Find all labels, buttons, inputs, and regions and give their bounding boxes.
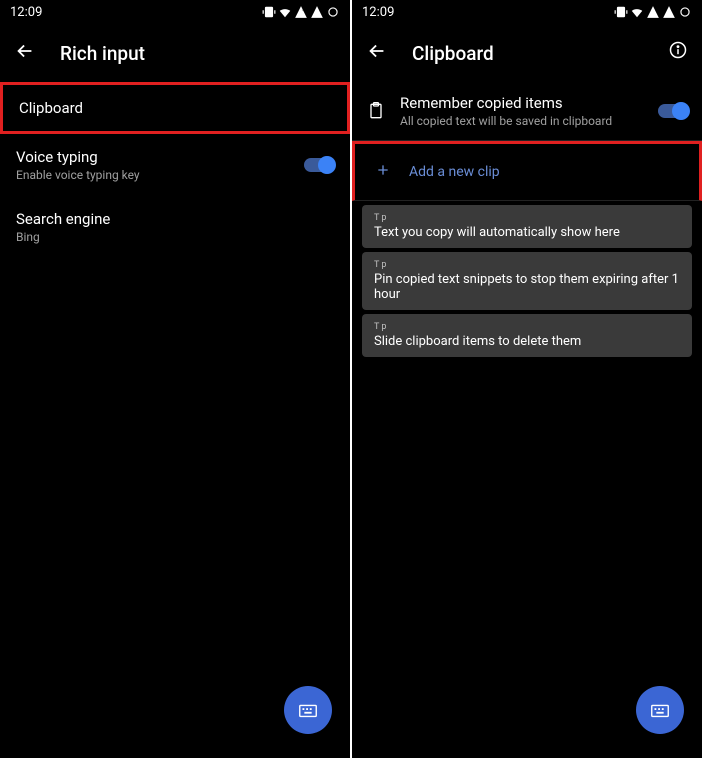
setting-clipboard[interactable]: Clipboard: [0, 82, 350, 134]
header: Clipboard: [352, 24, 702, 82]
circle-icon: [326, 5, 340, 19]
clipboard-tip[interactable]: T p Pin copied text snippets to stop the…: [362, 252, 692, 310]
back-icon[interactable]: [14, 40, 36, 66]
signal-icon: [646, 5, 660, 19]
tip-text: Text you copy will automatically show he…: [374, 225, 680, 240]
setting-title: Voice typing: [16, 148, 140, 166]
page-title: Clipboard: [412, 42, 494, 65]
circle-icon: [678, 5, 692, 19]
signal-icon: [310, 5, 324, 19]
setting-search-engine[interactable]: Search engine Bing: [0, 196, 350, 258]
wifi-icon: [630, 5, 644, 19]
svg-text:x: x: [302, 7, 305, 12]
status-time: 12:09: [362, 5, 394, 20]
status-bar: 12:09 x: [0, 0, 350, 24]
status-time: 12:09: [10, 5, 42, 20]
setting-remember-copied[interactable]: Remember copied items All copied text wi…: [352, 82, 702, 141]
setting-sub: Bing: [16, 230, 110, 244]
clipboard-icon: [366, 101, 386, 121]
setting-sub: All copied text will be saved in clipboa…: [400, 114, 644, 128]
setting-title: Clipboard: [19, 99, 83, 117]
info-icon[interactable]: [668, 40, 688, 64]
clipboard-tip[interactable]: T p Slide clipboard items to delete them: [362, 314, 692, 357]
tips-list: T p Text you copy will automatically sho…: [352, 205, 702, 357]
back-icon[interactable]: [366, 40, 388, 66]
tip-label: T p: [374, 213, 680, 223]
keyboard-icon: [297, 699, 319, 721]
tip-text: Slide clipboard items to delete them: [374, 334, 680, 349]
clipboard-tip[interactable]: T p Text you copy will automatically sho…: [362, 205, 692, 248]
tip-label: T p: [374, 322, 680, 332]
status-icons: x: [262, 5, 340, 19]
signal-icon: [662, 5, 676, 19]
remember-toggle[interactable]: [658, 104, 688, 118]
keyboard-fab[interactable]: [636, 686, 684, 734]
setting-sub: Enable voice typing key: [16, 168, 140, 182]
add-new-clip-label: Add a new clip: [409, 164, 500, 180]
vibrate-icon: [614, 5, 628, 19]
voice-typing-toggle[interactable]: [304, 158, 334, 172]
signal-x-icon: x: [294, 5, 308, 19]
plus-icon: [375, 162, 391, 182]
screen-clipboard: 12:09 Clipboard Remember copied items Al…: [352, 0, 702, 758]
status-bar: 12:09: [352, 0, 702, 24]
setting-title: Remember copied items: [400, 94, 644, 112]
settings-list: Clipboard Voice typing Enable voice typi…: [0, 82, 350, 258]
screen-rich-input: 12:09 x Rich input Clipboard Voice typin…: [0, 0, 350, 758]
keyboard-fab[interactable]: [284, 686, 332, 734]
setting-title: Search engine: [16, 210, 110, 228]
add-new-clip[interactable]: Add a new clip: [352, 141, 702, 201]
status-icons: [614, 5, 692, 19]
page-title: Rich input: [60, 42, 145, 65]
tip-label: T p: [374, 260, 680, 270]
vibrate-icon: [262, 5, 276, 19]
keyboard-icon: [649, 699, 671, 721]
wifi-icon: [278, 5, 292, 19]
setting-voice-typing[interactable]: Voice typing Enable voice typing key: [0, 134, 350, 196]
tip-text: Pin copied text snippets to stop them ex…: [374, 272, 680, 302]
header: Rich input: [0, 24, 350, 82]
